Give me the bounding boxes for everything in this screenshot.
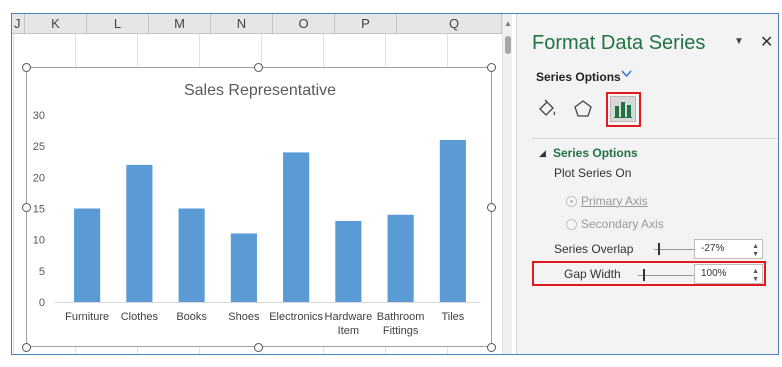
chart-area[interactable]: Sales Representative 0 5 10 15 20 25 30 Furnitu… (26, 67, 492, 347)
column-header-l[interactable]: L (87, 14, 149, 34)
pentagon-icon (574, 100, 592, 117)
y-tick-label: 10 (33, 235, 45, 247)
divider (532, 138, 778, 139)
y-tick-label: 25 (33, 141, 45, 153)
spin-down-icon[interactable]: ▼ (752, 251, 759, 258)
bar-shoes[interactable] (230, 233, 257, 302)
column-header-row: J K L M N O P Q (12, 14, 512, 34)
resize-handle-top[interactable] (254, 63, 263, 72)
x-tick-label: Shoes (228, 311, 260, 323)
series-overlap-spinner[interactable]: -27% ▲ ▼ (694, 239, 763, 259)
column-header-j[interactable]: J (12, 14, 25, 34)
bar-hardware-item[interactable] (335, 220, 362, 302)
vertical-scrollbar[interactable]: ▲ (502, 14, 512, 354)
x-tick-label: Hardware (325, 311, 373, 323)
effects-tab[interactable] (570, 96, 596, 122)
window-frame: J K L M N O P Q Sales Representative 0 5 1… (11, 13, 779, 355)
chevron-down-icon[interactable] (621, 69, 632, 81)
series-options-section-title[interactable]: Series Options (553, 146, 638, 160)
series-overlap-value: -27% (701, 243, 725, 254)
slider-thumb[interactable] (658, 243, 660, 255)
x-tick-label: Tiles (441, 311, 464, 323)
secondary-axis-radio[interactable] (566, 219, 577, 230)
y-tick-label: 0 (39, 297, 45, 309)
resize-handle-bottom-right[interactable] (487, 343, 496, 352)
x-tick-label: Clothes (121, 311, 159, 323)
x-tick-label: Item (338, 325, 359, 337)
primary-axis-label: Primary Axis (581, 194, 648, 208)
resize-handle-bottom-left[interactable] (22, 343, 31, 352)
bar-bathroom-fittings[interactable] (387, 214, 414, 302)
bar-books[interactable] (178, 208, 205, 303)
y-tick-label: 20 (33, 172, 45, 184)
y-tick-label: 30 (33, 110, 45, 122)
secondary-axis-label: Secondary Axis (581, 217, 664, 231)
x-tick-label: Furniture (65, 311, 109, 323)
x-tick-label: Bathroom (377, 311, 425, 323)
gap-width-highlight (532, 261, 766, 286)
series-overlap-label: Series Overlap (554, 242, 634, 256)
column-header-o[interactable]: O (273, 14, 335, 34)
bar-tiles[interactable] (439, 139, 466, 302)
series-options-tab-highlight (606, 92, 641, 127)
spin-up-icon[interactable]: ▲ (752, 243, 759, 250)
resize-handle-top-right[interactable] (487, 63, 496, 72)
x-tick-label: Fittings (383, 325, 419, 337)
fill-line-tab[interactable] (534, 96, 560, 122)
x-tick-label: Electronics (269, 311, 323, 323)
bar-electronics[interactable] (283, 152, 310, 302)
bar-chart: Sales Representative 0 5 10 15 20 25 30 Furnitu… (33, 82, 479, 337)
collapse-triangle-icon[interactable]: ◢ (539, 148, 546, 159)
pane-options-dropdown-icon[interactable]: ▼ (734, 36, 744, 47)
resize-handle-bottom[interactable] (254, 343, 263, 352)
column-header-n[interactable]: N (211, 14, 273, 34)
scroll-up-arrow-icon[interactable]: ▲ (503, 20, 513, 28)
bar-clothes[interactable] (126, 164, 153, 302)
chart-title[interactable]: Sales Representative (184, 82, 336, 99)
column-header-k[interactable]: K (25, 14, 87, 34)
column-header-m[interactable]: M (149, 14, 211, 34)
y-tick-label: 15 (33, 204, 45, 216)
y-tick-label: 5 (39, 266, 45, 278)
series-options-dropdown[interactable]: Series Options (536, 70, 621, 84)
pane-title: Format Data Series (532, 32, 706, 54)
close-icon[interactable]: ✕ (760, 32, 773, 52)
plot-series-on-label: Plot Series On (554, 166, 632, 180)
resize-handle-top-left[interactable] (22, 63, 31, 72)
paint-bucket-icon (539, 99, 556, 116)
series-overlap-slider[interactable] (654, 243, 695, 255)
column-header-p[interactable]: P (335, 14, 397, 34)
spreadsheet-area: J K L M N O P Q Sales Representative 0 5 1… (12, 14, 512, 354)
primary-axis-radio[interactable] (566, 196, 577, 207)
bar-furniture[interactable] (74, 208, 101, 303)
x-tick-label: Books (176, 311, 207, 323)
resize-handle-left[interactable] (22, 203, 31, 212)
format-data-series-pane: Format Data Series ▼ ✕ Series Options ◢ … (516, 14, 778, 354)
scrollbar-thumb[interactable] (505, 36, 511, 54)
resize-handle-right[interactable] (487, 203, 496, 212)
column-header-q[interactable]: Q (397, 14, 502, 34)
